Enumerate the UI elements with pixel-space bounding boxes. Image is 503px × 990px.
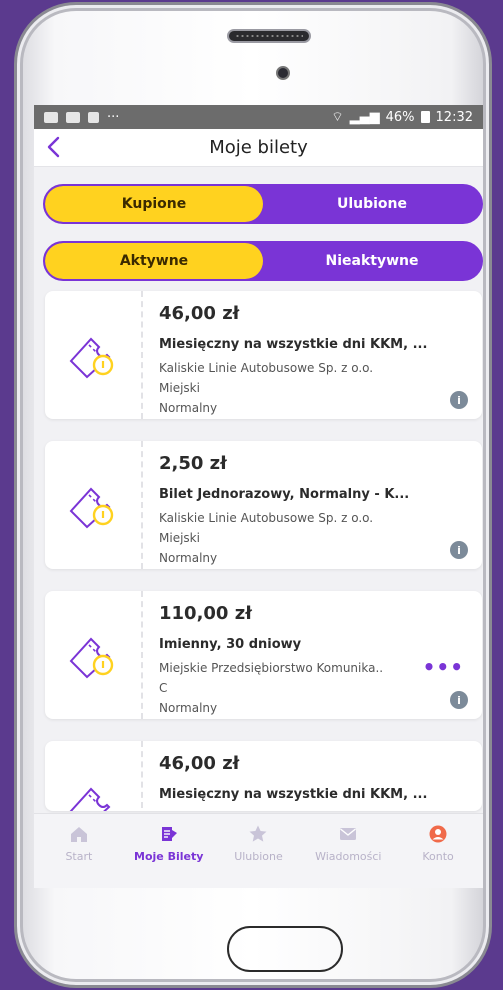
ticket-icon xyxy=(69,337,114,379)
info-icon[interactable]: i xyxy=(450,541,468,559)
star-icon xyxy=(249,825,267,842)
segment-active-inactive: Aktywne Nieaktywne xyxy=(43,241,483,281)
account-icon xyxy=(429,825,447,843)
ticket-card[interactable]: 46,00 zł Miesięczny na wszystkie dni KKM… xyxy=(45,291,482,419)
chevron-left-icon[interactable] xyxy=(42,135,66,159)
ticket-card[interactable]: 2,50 zł Bilet Jednorazowy, Normalny - K.… xyxy=(45,441,482,569)
ticket-tariff: Normalny xyxy=(159,401,218,415)
ticket-price: 46,00 zł xyxy=(159,753,240,774)
more-options-icon[interactable]: ••• xyxy=(423,655,464,679)
speaker-grille xyxy=(227,29,311,43)
ticket-icon xyxy=(69,487,114,529)
status-bar: ··· ⌔ ▂▄▆ 46% 12:32 xyxy=(34,105,483,129)
ticket-tariff: Normalny xyxy=(159,701,218,715)
ticket-name: Bilet Jednorazowy, Normalny - K... xyxy=(159,487,410,502)
nav-moje-bilety[interactable]: Moje Bilety xyxy=(124,824,214,888)
battery-percent: 46% xyxy=(385,109,415,125)
page-title: Moje bilety xyxy=(209,137,308,158)
home-icon xyxy=(70,827,87,842)
nav-label: Ulubione xyxy=(234,850,283,863)
ticket-operator: Kaliskie Linie Autobusowe Sp. z o.o. xyxy=(159,361,374,375)
nav-label: Konto xyxy=(422,850,454,863)
ticket-operator: Kaliskie Linie Autobusowe Sp. z o.o. xyxy=(159,511,374,525)
app-header: Moje bilety xyxy=(34,129,483,167)
battery-icon xyxy=(420,111,430,123)
mail-icon xyxy=(340,828,357,840)
app-screen: ··· ⌔ ▂▄▆ 46% 12:32 Moje bilety Kupione … xyxy=(34,105,483,888)
segment-bought-favorites: Kupione Ulubione xyxy=(43,184,483,224)
tab-nieaktywne[interactable]: Nieaktywne xyxy=(263,243,481,279)
tab-ulubione[interactable]: Ulubione xyxy=(263,186,481,222)
signal-icon: ▂▄▆ xyxy=(349,109,380,125)
ticket-stub xyxy=(45,741,143,811)
front-camera xyxy=(276,66,290,80)
ticket-icon xyxy=(69,637,114,679)
nav-label: Moje Bilety xyxy=(134,850,204,863)
ticket-stub xyxy=(45,441,143,569)
home-button[interactable] xyxy=(227,926,343,972)
ticket-stub xyxy=(45,591,143,719)
nav-ulubione[interactable]: Ulubione xyxy=(214,824,304,888)
ticket-stub xyxy=(45,291,143,419)
ticket-name: Imienny, 30 dniowy xyxy=(159,637,302,652)
message-icon xyxy=(66,111,80,123)
tab-kupione[interactable]: Kupione xyxy=(45,186,263,222)
wifi-icon: ⌔ xyxy=(331,110,344,125)
ticket-tariff: Normalny xyxy=(159,551,218,565)
ticket-operator: Miejskie Przedsiębiorstwo Komunika.. xyxy=(159,661,384,675)
ticket-card[interactable]: 46,00 zł Miesięczny na wszystkie dni KKM… xyxy=(45,741,482,811)
ticket-zone: Miejski xyxy=(159,531,200,545)
nav-label: Wiadomości xyxy=(315,850,382,863)
info-icon[interactable]: i xyxy=(450,691,468,709)
more-icon: ··· xyxy=(107,109,120,125)
nav-konto[interactable]: Konto xyxy=(393,824,483,888)
nav-wiadomosci[interactable]: Wiadomości xyxy=(303,824,393,888)
shopping-bag-icon xyxy=(88,111,99,123)
ticket-price: 110,00 zł xyxy=(159,603,252,624)
ticket-name: Miesięczny na wszystkie dni KKM, ... xyxy=(159,787,428,802)
ticket-icon xyxy=(69,787,111,811)
ticket-price: 46,00 zł xyxy=(159,303,240,324)
bottom-navigation: Start Moje Bilety Ulubione Wiadomości Ko… xyxy=(34,813,483,888)
ticket-zone: C xyxy=(159,681,168,695)
tab-aktywne[interactable]: Aktywne xyxy=(45,243,263,279)
nav-start[interactable]: Start xyxy=(34,824,124,888)
clock: 12:32 xyxy=(435,109,473,125)
info-icon[interactable]: i xyxy=(450,391,468,409)
ticket-zone: Miejski xyxy=(159,381,200,395)
gallery-icon xyxy=(44,111,58,123)
nav-label: Start xyxy=(65,850,93,863)
ticket-price: 2,50 zł xyxy=(159,453,227,474)
ticket-card[interactable]: 110,00 zł Imienny, 30 dniowy Miejskie Pr… xyxy=(45,591,482,719)
tickets-icon xyxy=(161,827,177,841)
ticket-name: Miesięczny na wszystkie dni KKM, ... xyxy=(159,337,428,352)
